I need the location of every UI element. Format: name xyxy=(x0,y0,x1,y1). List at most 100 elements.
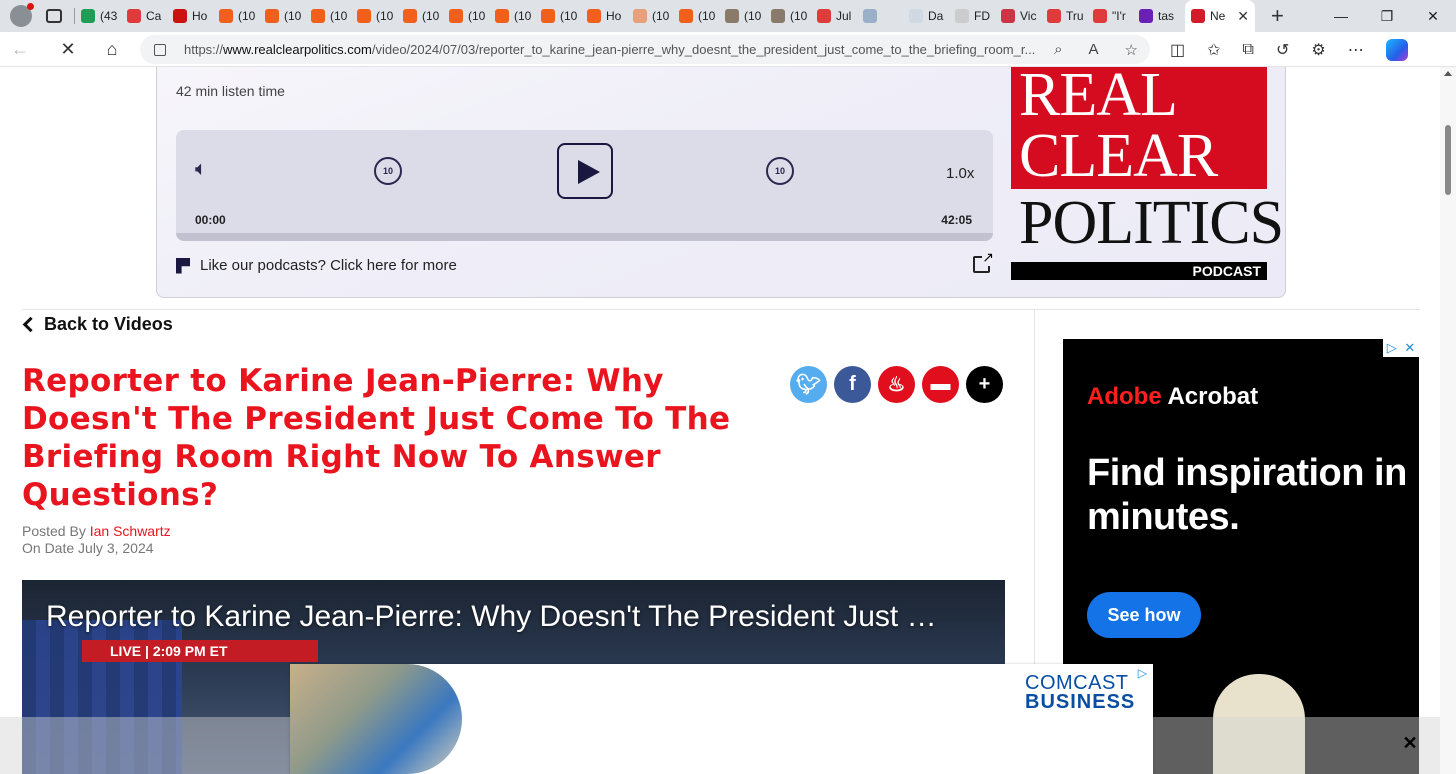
address-bar-row: ← ✕ ⌂ https://www.realclearpolitics.com /… xyxy=(0,32,1456,67)
see-how-button[interactable]: See how xyxy=(1087,592,1201,638)
play-button[interactable] xyxy=(557,143,613,199)
tab-item[interactable]: tas xyxy=(1139,0,1185,32)
tab-item[interactable]: FD xyxy=(955,0,1001,32)
more-podcasts-label: Like our podcasts? Click here for more xyxy=(200,257,457,274)
scroll-up-arrow-icon[interactable] xyxy=(1444,71,1452,76)
split-screen-icon[interactable]: ◫ xyxy=(1170,40,1185,60)
tab-favicon xyxy=(173,9,187,23)
tab-favicon xyxy=(127,9,141,23)
scrollbar-thumb[interactable] xyxy=(1445,125,1451,195)
tab-label: (10 xyxy=(560,9,578,23)
tab-item[interactable]: Vic xyxy=(1001,0,1047,32)
back-to-videos-link[interactable]: Back to Videos xyxy=(22,314,173,335)
plus-icon[interactable]: + xyxy=(966,366,1003,403)
home-icon[interactable]: ⌂ xyxy=(92,39,132,60)
browser-toolbar: ◫ ✩ ⧉ ↺ ⚙ ⋯ xyxy=(1170,32,1408,67)
tab-favicon xyxy=(1001,9,1015,23)
tab-item[interactable]: (10 xyxy=(771,0,817,32)
tab-item[interactable]: (10 xyxy=(541,0,587,32)
video-overlay-title: Reporter to Karine Jean-Pierre: Why Does… xyxy=(46,600,937,633)
tab-favicon xyxy=(633,9,647,23)
read-aloud-icon[interactable]: A xyxy=(1089,41,1099,59)
url-field[interactable]: https://www.realclearpolitics.com/video/… xyxy=(140,35,1150,64)
tab-label: (10 xyxy=(468,9,486,23)
tab-item[interactable]: (10 xyxy=(495,0,541,32)
tab-item[interactable]: Tru xyxy=(1047,0,1093,32)
tab-label: tas xyxy=(1158,9,1175,23)
gettr-icon[interactable]: ♨ xyxy=(878,366,915,403)
twitter-icon[interactable]: 🐦︎ xyxy=(790,366,827,403)
current-time: 00:00 xyxy=(195,213,226,227)
ad-brand: Adobe Acrobat xyxy=(1087,383,1258,411)
total-time: 42:05 xyxy=(941,213,972,227)
rewind-10-icon[interactable]: 10 xyxy=(374,157,402,185)
vertical-scrollbar[interactable] xyxy=(1440,67,1456,774)
tab-item[interactable]: "I'r xyxy=(1093,0,1139,32)
favorites-icon[interactable]: ✩ xyxy=(1207,40,1220,60)
tab-item[interactable]: Ho xyxy=(173,0,219,32)
tab-label: Tru xyxy=(1066,9,1084,23)
tab-item[interactable]: (10 xyxy=(311,0,357,32)
tab-item[interactable]: Da xyxy=(909,0,955,32)
restore-button[interactable]: ❐ xyxy=(1364,8,1410,25)
history-icon[interactable]: ↺ xyxy=(1276,40,1289,60)
tab-item[interactable]: Jul xyxy=(817,0,863,32)
collections-icon[interactable]: ⧉ xyxy=(1243,41,1254,59)
tab-active[interactable]: Ne ✕ xyxy=(1185,0,1255,32)
tab-favicon xyxy=(817,9,831,23)
tab-item[interactable]: Ho xyxy=(587,0,633,32)
ad-person-image xyxy=(1213,674,1305,774)
favorite-star-icon[interactable]: ☆ xyxy=(1125,41,1138,59)
back-arrow-icon[interactable]: ← xyxy=(0,39,40,60)
close-tab-icon[interactable]: ✕ xyxy=(1237,8,1249,25)
tab-item[interactable]: (10 xyxy=(449,0,495,32)
copilot-icon[interactable] xyxy=(1385,38,1408,61)
author-link[interactable]: Ian Schwartz xyxy=(90,523,171,539)
tab-label: Jul xyxy=(836,9,852,23)
tab-item[interactable]: (10 xyxy=(219,0,265,32)
profile-avatar[interactable] xyxy=(10,3,34,27)
playback-speed[interactable]: 1.0x xyxy=(946,165,974,182)
comment-icon[interactable]: ▬ xyxy=(922,366,959,403)
extensions-icon[interactable]: ⚙ xyxy=(1311,40,1325,60)
tab-item[interactable] xyxy=(863,0,909,32)
tab-item[interactable]: Ca xyxy=(127,0,173,32)
new-tab-button[interactable]: + xyxy=(1271,3,1284,29)
tab-favicon xyxy=(955,9,969,23)
article-title: Reporter to Karine Jean-Pierre: Why Does… xyxy=(22,363,731,513)
tab-favicon xyxy=(909,9,923,23)
tab-item[interactable]: (43 xyxy=(81,0,127,32)
tab-favicon xyxy=(449,9,463,23)
tab-label: FD xyxy=(974,9,990,23)
lock-icon[interactable] xyxy=(154,43,166,56)
podcast-player-card: 42 min listen time 🔈︎ 10 10 1.0x 00:00 4… xyxy=(156,67,1286,298)
more-menu-icon[interactable]: ⋯ xyxy=(1348,40,1364,60)
logo-word-real: REAL xyxy=(1019,67,1178,129)
date-label: On Date xyxy=(22,540,75,556)
tab-item[interactable]: (10 xyxy=(679,0,725,32)
forward-10-icon[interactable]: 10 xyxy=(766,157,794,185)
tab-label: (10 xyxy=(376,9,394,23)
ad-choices-icon[interactable]: ▷ xyxy=(1138,666,1147,680)
external-link-icon[interactable] xyxy=(973,249,995,273)
tab-item[interactable]: (10 xyxy=(265,0,311,32)
ad-choices-icon[interactable]: ▷ ✕ xyxy=(1383,339,1419,357)
tab-item[interactable]: (10 xyxy=(403,0,449,32)
browser-tab-strip: (43 Ca Ho (10 (10 (10 (10 (10 (10 (10 (10 Ho (10 (10 (… xyxy=(0,0,1456,32)
minimize-button[interactable]: — xyxy=(1318,8,1364,24)
tab-item[interactable]: (10 xyxy=(357,0,403,32)
byline: Posted By Ian Schwartz On Date July 3, 2… xyxy=(22,523,171,557)
comcast-ad[interactable]: COMCAST BUSINESS ▷ xyxy=(290,664,1153,774)
zoom-icon[interactable]: ⌕ xyxy=(1054,41,1062,59)
close-window-button[interactable]: ✕ xyxy=(1410,8,1456,25)
tab-actions-icon[interactable] xyxy=(46,9,62,23)
facebook-icon[interactable]: f xyxy=(834,366,871,403)
tab-label: Ho xyxy=(606,9,622,23)
more-podcasts-link[interactable]: Like our podcasts? Click here for more xyxy=(176,257,457,274)
volume-icon[interactable]: 🔈︎ xyxy=(195,158,207,181)
close-ad-button[interactable]: ✕ xyxy=(1398,731,1422,755)
progress-track[interactable] xyxy=(176,233,993,241)
stop-loading-icon[interactable]: ✕ xyxy=(48,39,88,60)
tab-item[interactable]: (10 xyxy=(633,0,679,32)
tab-item[interactable]: (10 xyxy=(725,0,771,32)
